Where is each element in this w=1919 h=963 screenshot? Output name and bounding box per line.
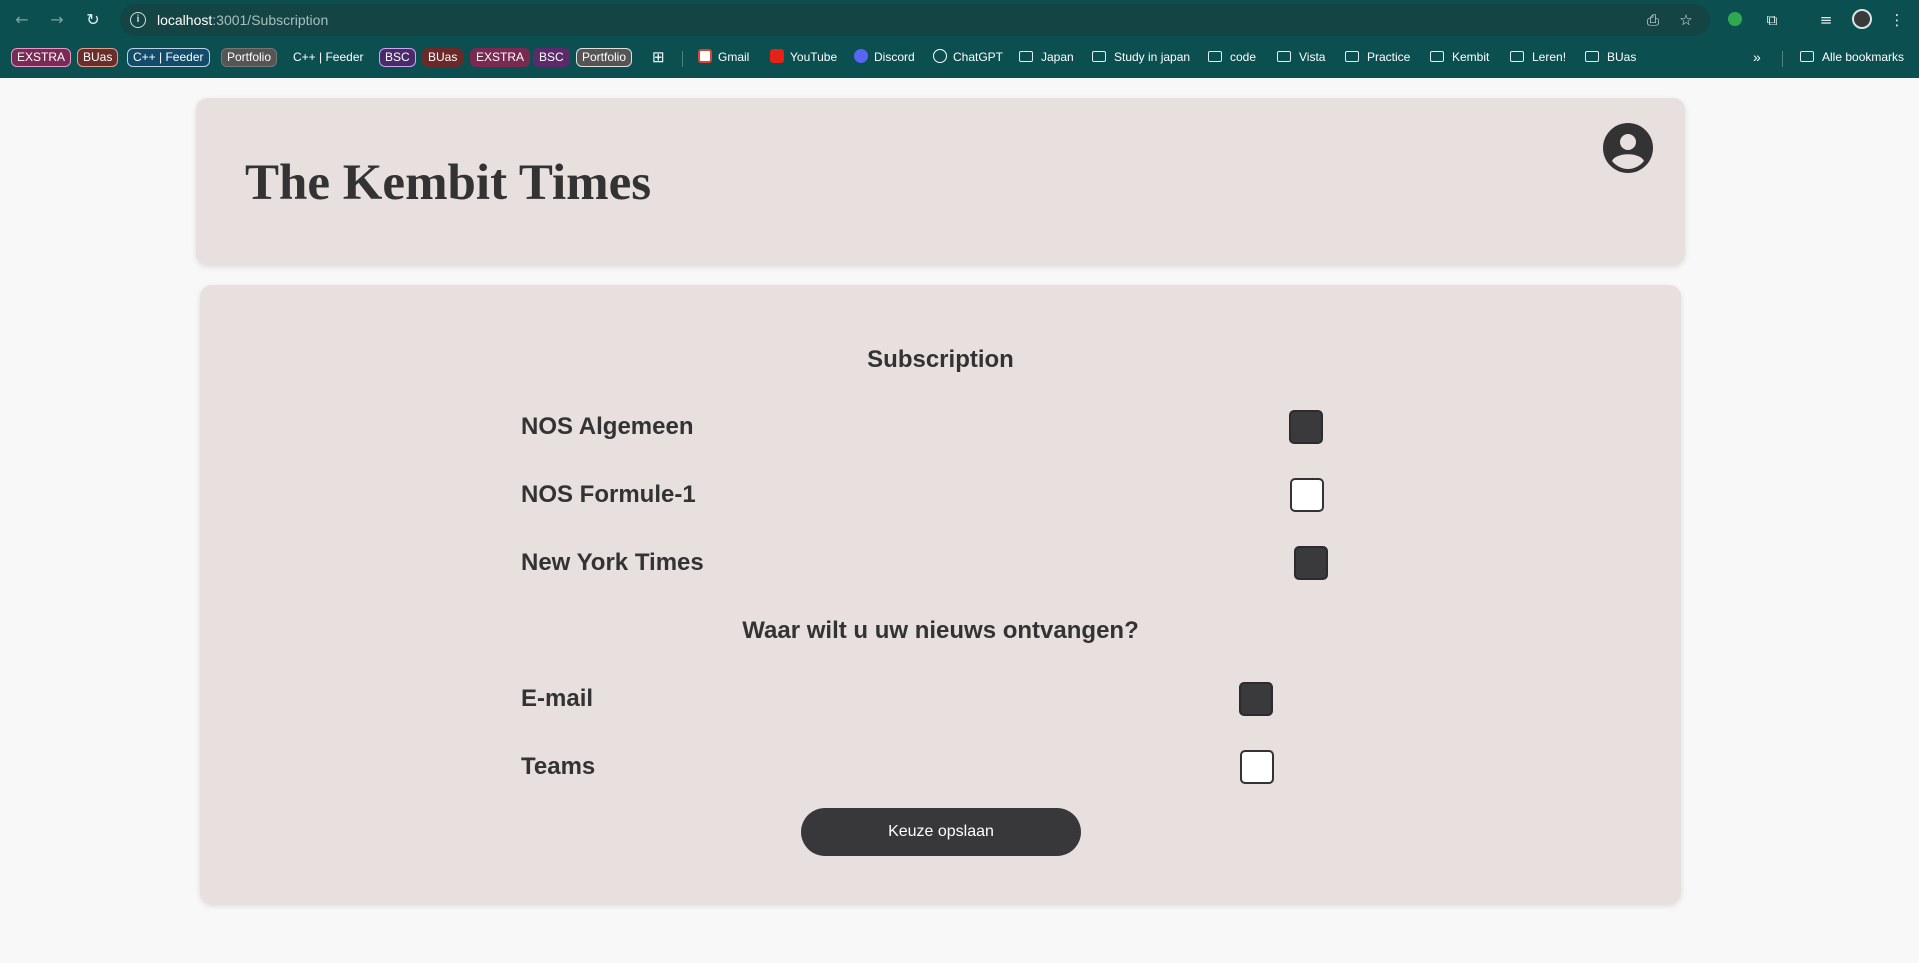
bookmark-pill[interactable]: BUas bbox=[422, 48, 464, 67]
bookmark-discord[interactable]: Discord bbox=[854, 48, 915, 67]
site-title: The Kembit Times bbox=[245, 155, 652, 211]
address-bar[interactable]: i localhost:3001/Subscription ⎙ ☆ bbox=[120, 4, 1710, 36]
bookmark-pill[interactable]: Portfolio bbox=[221, 48, 278, 67]
folder-icon bbox=[1800, 51, 1814, 62]
bookmarks-divider bbox=[682, 51, 683, 67]
bookmark-pill[interactable]: BUas bbox=[77, 48, 119, 67]
folder-icon bbox=[1585, 51, 1599, 62]
bookmarks-bar: EXSTRA BUas C++ | Feeder Portfolio C++ |… bbox=[0, 40, 1919, 78]
save-choice-button[interactable]: Keuze opslaan bbox=[801, 808, 1081, 856]
bookmark-label: ChatGPT bbox=[953, 50, 1004, 64]
url-host: localhost bbox=[157, 12, 213, 28]
bookmark-label: Study in japan bbox=[1114, 50, 1191, 64]
bookmark-pill[interactable]: EXSTRA bbox=[11, 48, 72, 67]
all-bookmarks[interactable]: Alle bookmarks bbox=[1800, 48, 1904, 67]
subscription-panel: Subscription NOS Algemeen NOS Formule-1 … bbox=[200, 285, 1681, 904]
url-text[interactable]: localhost:3001/Subscription bbox=[157, 12, 328, 28]
chatgpt-icon bbox=[933, 49, 947, 63]
media-queue-icon[interactable]: ≡ bbox=[1816, 10, 1836, 30]
site-header: The Kembit Times bbox=[196, 98, 1685, 265]
subscription-label: NOS Formule-1 bbox=[521, 481, 696, 508]
bookmark-folder[interactable]: code bbox=[1208, 48, 1256, 67]
subscription-heading: Subscription bbox=[867, 346, 1014, 373]
subscription-label: NOS Algemeen bbox=[521, 413, 694, 440]
bookmark-folder[interactable]: Kembit bbox=[1430, 48, 1489, 67]
bookmark-pill[interactable]: C++ | Feeder bbox=[127, 48, 210, 67]
bookmarks-divider bbox=[1782, 51, 1783, 67]
bookmark-pill[interactable]: C++ | Feeder bbox=[287, 48, 370, 67]
browser-toolbar: ← → ↻ i localhost:3001/Subscription ⎙ ☆ … bbox=[0, 0, 1919, 40]
extensions-puzzle-icon[interactable]: ⧉ bbox=[1762, 10, 1782, 30]
bookmark-label: Vista bbox=[1299, 50, 1326, 64]
bookmark-folder[interactable]: Vista bbox=[1277, 48, 1325, 67]
menu-dots-icon[interactable]: ⋮ bbox=[1887, 10, 1907, 30]
account-icon[interactable] bbox=[1603, 123, 1653, 173]
folder-icon bbox=[1510, 51, 1524, 62]
folder-icon bbox=[1208, 51, 1222, 62]
bookmark-label: Kembit bbox=[1452, 50, 1490, 64]
bookmark-pill[interactable]: EXSTRA bbox=[470, 48, 531, 67]
bookmark-gmail[interactable]: Gmail bbox=[698, 48, 749, 67]
subscription-checkbox[interactable] bbox=[1290, 478, 1324, 512]
reload-icon[interactable]: ↻ bbox=[83, 10, 103, 30]
bookmark-label: Japan bbox=[1041, 50, 1074, 64]
bookmark-chatgpt[interactable]: ChatGPT bbox=[933, 48, 1003, 67]
bookmark-label: BUas bbox=[1607, 50, 1637, 64]
bookmark-folder[interactable]: Leren! bbox=[1510, 48, 1566, 67]
bookmark-youtube[interactable]: YouTube bbox=[770, 48, 837, 67]
bookmark-folder[interactable]: BUas bbox=[1585, 48, 1636, 67]
bookmark-label: Alle bookmarks bbox=[1822, 50, 1905, 64]
delivery-label: Teams bbox=[521, 753, 596, 780]
bookmark-label: Gmail bbox=[718, 50, 750, 64]
bookmark-folder[interactable]: Practice bbox=[1345, 48, 1410, 67]
folder-icon bbox=[1019, 51, 1033, 62]
bookmark-label: code bbox=[1230, 50, 1257, 64]
subscription-label: New York Times bbox=[521, 549, 704, 576]
subscription-checkbox[interactable] bbox=[1289, 410, 1323, 444]
bookmark-label: YouTube bbox=[790, 50, 838, 64]
delivery-heading: Waar wilt u uw nieuws ontvangen? bbox=[742, 617, 1139, 644]
bookmark-label: Leren! bbox=[1532, 50, 1567, 64]
install-app-icon[interactable]: ⎙ bbox=[1644, 11, 1662, 29]
delivery-checkbox[interactable] bbox=[1240, 750, 1274, 784]
bookmark-star-icon[interactable]: ☆ bbox=[1677, 11, 1695, 29]
folder-icon bbox=[1092, 51, 1106, 62]
youtube-icon bbox=[770, 49, 784, 63]
site-info-icon[interactable]: i bbox=[130, 12, 146, 28]
forward-arrow-icon[interactable]: → bbox=[47, 10, 67, 30]
bookmark-pill[interactable]: BSC bbox=[533, 48, 570, 67]
back-arrow-icon[interactable]: ← bbox=[12, 10, 32, 30]
folder-icon bbox=[1277, 51, 1291, 62]
folder-icon bbox=[1430, 51, 1444, 62]
delivery-label: E-mail bbox=[521, 685, 594, 712]
bookmark-folder[interactable]: Japan bbox=[1019, 48, 1074, 67]
bookmark-pill[interactable]: BSC bbox=[379, 48, 416, 67]
folder-icon bbox=[1345, 51, 1359, 62]
subscription-checkbox[interactable] bbox=[1294, 546, 1328, 580]
bookmark-folder[interactable]: Study in japan bbox=[1092, 48, 1190, 67]
discord-icon bbox=[854, 49, 868, 63]
bookmark-label: Discord bbox=[874, 50, 915, 64]
more-bookmarks-chevron-icon[interactable]: » bbox=[1753, 48, 1761, 67]
bookmark-pill[interactable]: Portfolio bbox=[576, 48, 633, 67]
gmail-icon bbox=[698, 49, 712, 63]
profile-avatar[interactable] bbox=[1852, 9, 1872, 29]
delivery-checkbox[interactable] bbox=[1239, 682, 1273, 716]
url-path: :3001/Subscription bbox=[212, 12, 329, 28]
bookmark-label: Practice bbox=[1367, 50, 1411, 64]
extension-icon[interactable] bbox=[1728, 12, 1742, 26]
apps-grid-icon[interactable]: ⊞ bbox=[652, 48, 665, 67]
